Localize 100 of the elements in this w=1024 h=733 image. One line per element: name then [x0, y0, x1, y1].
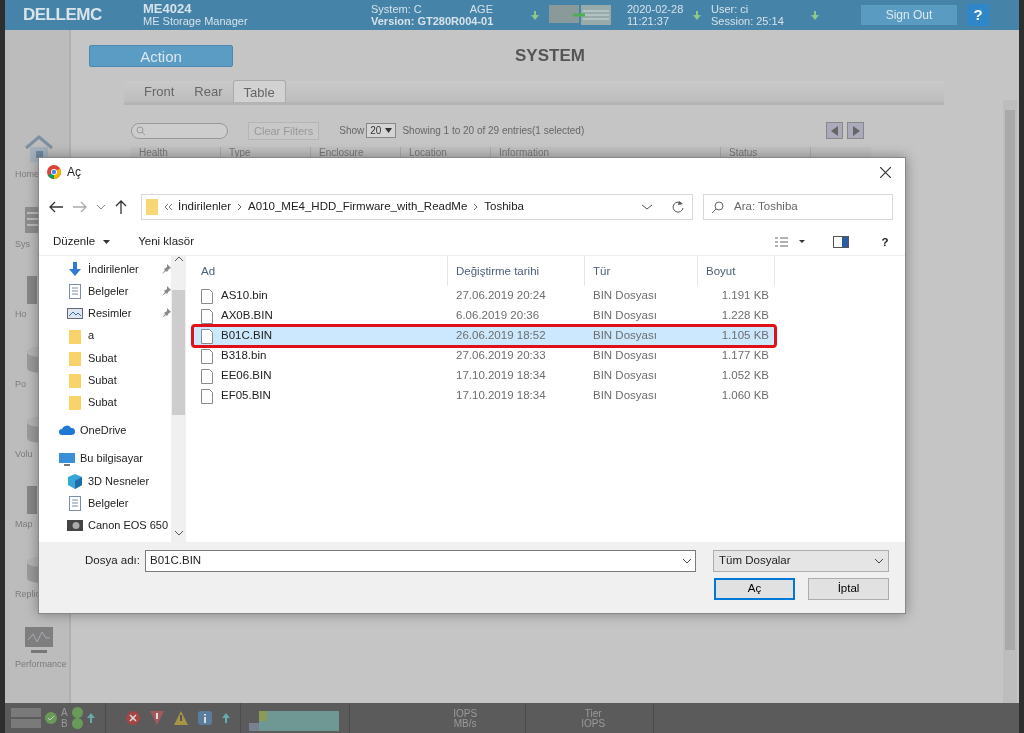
nav-item[interactable]: a: [88, 327, 95, 344]
page-title: SYSTEM: [515, 45, 585, 67]
nav-item[interactable]: Canon EOS 650: [88, 516, 169, 534]
new-folder-button[interactable]: Yeni klasör: [138, 232, 195, 251]
error-icon: [125, 711, 140, 725]
refresh-icon[interactable]: [672, 201, 684, 213]
file-name: EF05.BIN: [221, 388, 271, 404]
up-arrow-icon[interactable]: [115, 200, 127, 214]
view-options-icon[interactable]: [775, 236, 805, 247]
scrollbar[interactable]: [171, 256, 186, 542]
search-icon: [712, 201, 724, 213]
tab[interactable]: Table: [232, 79, 286, 102]
file-type-select[interactable]: Tüm Dosyalar: [713, 550, 889, 572]
enclosure-icon: [11, 707, 41, 729]
previous-page-button[interactable]: [826, 122, 844, 139]
file-size: 1.060 KB: [720, 388, 770, 404]
preview-pane-icon[interactable]: [833, 235, 849, 248]
folder-icon: [67, 394, 83, 411]
arrow-down-icon: [531, 10, 539, 20]
logo-text: DELLEMC: [22, 9, 103, 21]
nav-item[interactable]: OneDrive: [80, 422, 127, 439]
help-button[interactable]: ?: [877, 233, 893, 250]
time-text: 11:21:37: [627, 15, 670, 27]
file-type: BIN Dosyası: [592, 348, 658, 364]
file-name: EE06.BIN: [221, 368, 272, 384]
file-row[interactable]: B01C.BIN 26.06.2019 18:52 BIN Dosyası 1.105 KB: [193, 326, 775, 346]
file-name: AS10.bin: [221, 288, 268, 304]
triangle-left-icon: [830, 125, 839, 136]
file-row[interactable]: AX0B.BIN 6.06.2019 20:36 BIN Dosyası 1.228 KB: [193, 306, 775, 326]
search-field[interactable]: [131, 122, 228, 139]
file-date: 27.06.2019 20:24: [455, 288, 547, 304]
monitor-icon[interactable]: [23, 624, 55, 656]
cube-icon: [67, 472, 83, 489]
arrow-down-icon: [693, 10, 701, 20]
system-name: System: C: [371, 3, 422, 15]
document-icon: [67, 283, 83, 300]
file-type: BIN Dosyası: [592, 388, 658, 404]
column-header[interactable]: Tür: [585, 256, 698, 286]
breadcrumb-chevron-icon: [473, 203, 479, 211]
folder-icon: [146, 199, 158, 215]
folder-icon: [67, 349, 83, 366]
arrow-down-icon: [811, 10, 819, 20]
search-input[interactable]: Ara: Toshiba: [732, 197, 892, 217]
filename-field[interactable]: B01C.BIN: [145, 550, 696, 572]
breadcrumb-item[interactable]: Toshiba: [484, 198, 524, 216]
organize-menu[interactable]: Düzenle: [53, 232, 111, 251]
column-header[interactable]: Değiştirme tarihi: [448, 256, 585, 286]
file-type: BIN Dosyası: [592, 328, 658, 344]
file-row[interactable]: AS10.bin 27.06.2019 20:24 BIN Dosyası 1.191 KB: [193, 286, 775, 306]
nav-item[interactable]: Belgeler: [88, 494, 129, 512]
nav-item[interactable]: Subat: [88, 349, 117, 367]
forward-icon[interactable]: [73, 201, 87, 213]
file-row[interactable]: EF05.BIN 17.10.2019 18:34 BIN Dosyası 1.060 KB: [193, 386, 775, 406]
next-page-button[interactable]: [847, 122, 865, 139]
file-icon: [201, 288, 213, 304]
arrow-up-icon: [86, 713, 95, 723]
session-text: Session: 25:14: [711, 15, 785, 27]
file-size: 1.191 KB: [720, 288, 770, 304]
chevron-down-icon[interactable]: [97, 204, 105, 210]
column-header[interactable]: Boyut: [698, 256, 775, 286]
breadcrumb-item[interactable]: A010_ME4_HDD_Firmware_with_ReadMe: [248, 198, 468, 216]
folder-icon: [67, 372, 83, 389]
help-button[interactable]: ?: [967, 4, 989, 26]
address-bar[interactable]: İndirilenler A010_ME4_HDD_Firmware_with_ReadMe Toshiba: [141, 194, 693, 220]
file-icon: [201, 328, 213, 344]
down-arrow-icon: [67, 261, 83, 278]
scrollbar[interactable]: [1003, 100, 1017, 703]
column-header[interactable]: Ad: [193, 256, 448, 286]
page-size-select[interactable]: 20: [366, 123, 397, 138]
nav-item[interactable]: Subat: [88, 393, 117, 411]
open-button[interactable]: Aç: [714, 578, 795, 600]
file-size: 1.177 KB: [720, 348, 770, 364]
nav-item[interactable]: 3D Nesneler: [88, 472, 150, 490]
cancel-button[interactable]: İptal: [808, 578, 889, 600]
file-row[interactable]: EE06.BIN 17.10.2019 18:34 BIN Dosyası 1.052 KB: [193, 366, 775, 386]
document-icon: [67, 494, 83, 511]
metric-label: MB/s: [453, 719, 477, 729]
version-text: Version: GT280R004-01: [371, 15, 495, 27]
system-name-tail: AGE: [469, 3, 493, 15]
picture-icon: [67, 305, 83, 322]
arrow-up-icon: [221, 713, 230, 723]
nav-item[interactable]: Resimler: [88, 305, 156, 322]
file-name: B318.bin: [221, 348, 267, 364]
file-icon: [201, 388, 213, 404]
breadcrumb-item[interactable]: İndirilenler: [178, 198, 232, 216]
info-icon: [197, 711, 212, 725]
file-icon: [201, 348, 213, 364]
triangle-right-icon: [851, 125, 860, 136]
chevron-down-icon: [683, 558, 691, 564]
nav-item[interactable]: İndirilenler: [88, 260, 156, 278]
nav-item[interactable]: Subat: [88, 371, 117, 389]
breadcrumb-chevron-icon: [237, 203, 243, 211]
file-row[interactable]: B318.bin 27.06.2019 20:33 BIN Dosyası 1.177 KB: [193, 346, 775, 366]
product-name: ME4024: [143, 3, 193, 15]
chevron-down-icon[interactable]: [642, 204, 652, 210]
date-text: 2020-02-28: [627, 3, 685, 15]
file-date: 17.10.2019 18:34: [455, 388, 547, 404]
nav-item[interactable]: Bu bilgisayar: [80, 450, 143, 467]
nav-item[interactable]: Belgeler: [88, 283, 156, 300]
back-icon[interactable]: [49, 201, 63, 213]
